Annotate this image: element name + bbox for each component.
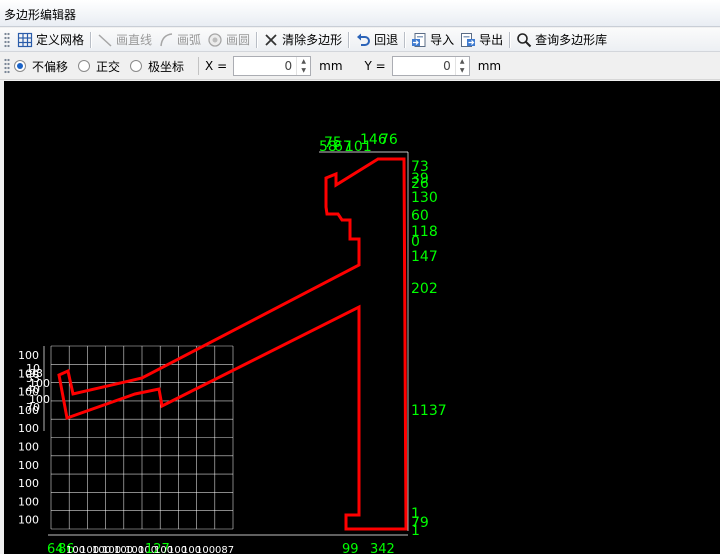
draw-circle-label: 画圆 — [226, 33, 251, 47]
grid-row-label: 100 — [18, 514, 39, 527]
x-input[interactable] — [234, 57, 297, 75]
right-dim-label: 0 — [411, 234, 420, 250]
orthogonal-label: 正交 — [96, 59, 121, 74]
window-title: 多边形编辑器 — [4, 8, 77, 22]
up-arrow-icon[interactable]: ▲ — [297, 57, 310, 66]
no-offset-radio[interactable]: 不偏移 — [14, 58, 68, 75]
x-stepper[interactable]: ▲▼ — [233, 56, 312, 76]
bottom-dim-label: 342 — [370, 542, 395, 554]
grid-row-label: 100 — [18, 495, 39, 508]
grid-row-label: 100 — [18, 441, 39, 454]
circle-icon — [207, 32, 223, 48]
arc-icon — [158, 32, 174, 48]
toolbar-separator — [348, 31, 350, 48]
draw-arc-label: 画弧 — [177, 33, 202, 47]
dimension-lines — [43, 151, 409, 536]
clear-polygon-label: 清除多边形 — [282, 33, 343, 47]
options-bar: 不偏移 正交 极坐标 X = ▲▼ mm Y = ▲▼ mm — [0, 53, 720, 80]
toolbar-separator — [256, 31, 258, 48]
toolbar-grip[interactable] — [4, 31, 10, 48]
grid-row-label: 100 — [18, 349, 39, 362]
y-label: Y = — [364, 59, 386, 73]
undo-label: 回退 — [374, 33, 399, 47]
bottom-dim-label: 087 — [215, 545, 234, 554]
down-arrow-icon[interactable]: ▼ — [456, 66, 469, 75]
define-grid-label: 定义网格 — [36, 33, 85, 47]
draw-line-label: 画直线 — [116, 33, 153, 47]
bottom-dim-label: 99 — [342, 542, 359, 554]
import-button[interactable]: 导入 — [408, 30, 457, 50]
export-icon — [460, 32, 476, 48]
define-grid-button[interactable]: 定义网格 — [14, 30, 87, 50]
top-dim-label: 76 — [380, 132, 398, 148]
y-unit: mm — [477, 59, 502, 73]
right-dim-label: 60 — [411, 208, 429, 224]
clear-polygon-button[interactable]: 清除多边形 — [260, 30, 345, 50]
import-label: 导入 — [430, 33, 455, 47]
title-bar: 多边形编辑器 — [0, 0, 720, 27]
toolbar: 定义网格 画直线 画弧 画圆 清除多边形 回退 导入 导出 查询多边形库 — [0, 28, 720, 52]
radio-selected-indicator — [14, 60, 26, 72]
drawing-canvas[interactable]: 100 100 100 100 100 100 100 100 100 100 10 93 53 100 4… — [4, 81, 720, 554]
grid-icon — [17, 32, 33, 48]
x-stepper-arrows[interactable]: ▲ ▼ — [296, 57, 310, 75]
dimension-labels: 1001001001001001001001001001001093531004… — [18, 132, 447, 554]
grid-row-label: 100 — [18, 422, 39, 435]
radio-indicator — [130, 60, 143, 72]
radio-indicator — [78, 60, 91, 72]
options-grip[interactable] — [4, 58, 10, 74]
y-input[interactable] — [392, 57, 455, 75]
close-icon — [263, 32, 279, 48]
undo-icon — [355, 32, 371, 48]
top-dim-label: 75 — [324, 135, 342, 151]
right-dim-label: 202 — [411, 281, 438, 297]
undo-button[interactable]: 回退 — [352, 30, 401, 50]
right-dim-label: 147 — [411, 249, 438, 265]
grid-row-label: 100 — [18, 459, 39, 472]
query-library-button[interactable]: 查询多边形库 — [513, 30, 610, 50]
y-stepper[interactable]: ▲▼ — [391, 56, 470, 76]
x-unit: mm — [319, 59, 343, 73]
reference-grid — [50, 345, 234, 530]
draw-circle-button[interactable]: 画圆 — [204, 30, 253, 50]
polygon-shape[interactable] — [57, 157, 408, 531]
toolbar-separator — [90, 31, 92, 48]
export-button[interactable]: 导出 — [457, 30, 506, 50]
right-dim-label: 130 — [411, 190, 438, 206]
orthogonal-radio[interactable]: 正交 — [78, 58, 120, 75]
options-separator — [198, 57, 200, 75]
left-dim-label: 70 — [26, 401, 40, 414]
line-icon — [97, 32, 113, 48]
y-stepper-arrows[interactable]: ▲ ▼ — [454, 57, 469, 75]
polar-radio[interactable]: 极坐标 — [130, 58, 184, 75]
search-icon — [516, 32, 532, 48]
polar-label: 极坐标 — [148, 59, 185, 74]
query-library-label: 查询多边形库 — [535, 33, 608, 47]
draw-arc-button[interactable]: 画弧 — [155, 30, 204, 50]
polygon-drawing[interactable]: 1001001001001001001001001001001093531004… — [4, 81, 720, 554]
bottom-dim-label: 100 — [196, 545, 215, 554]
toolbar-separator — [404, 31, 406, 48]
export-label: 导出 — [479, 33, 504, 47]
grid-row-label: 100 — [18, 477, 39, 490]
up-arrow-icon[interactable]: ▲ — [456, 57, 469, 66]
toolbar-separator — [509, 31, 511, 48]
import-icon — [411, 32, 427, 48]
draw-line-button[interactable]: 画直线 — [94, 30, 155, 50]
down-arrow-icon[interactable]: ▼ — [297, 66, 310, 75]
right-dim-label: 1 — [411, 523, 420, 539]
no-offset-label: 不偏移 — [32, 59, 69, 74]
x-label: X = — [205, 59, 228, 73]
right-dim-label: 1137 — [411, 403, 447, 419]
